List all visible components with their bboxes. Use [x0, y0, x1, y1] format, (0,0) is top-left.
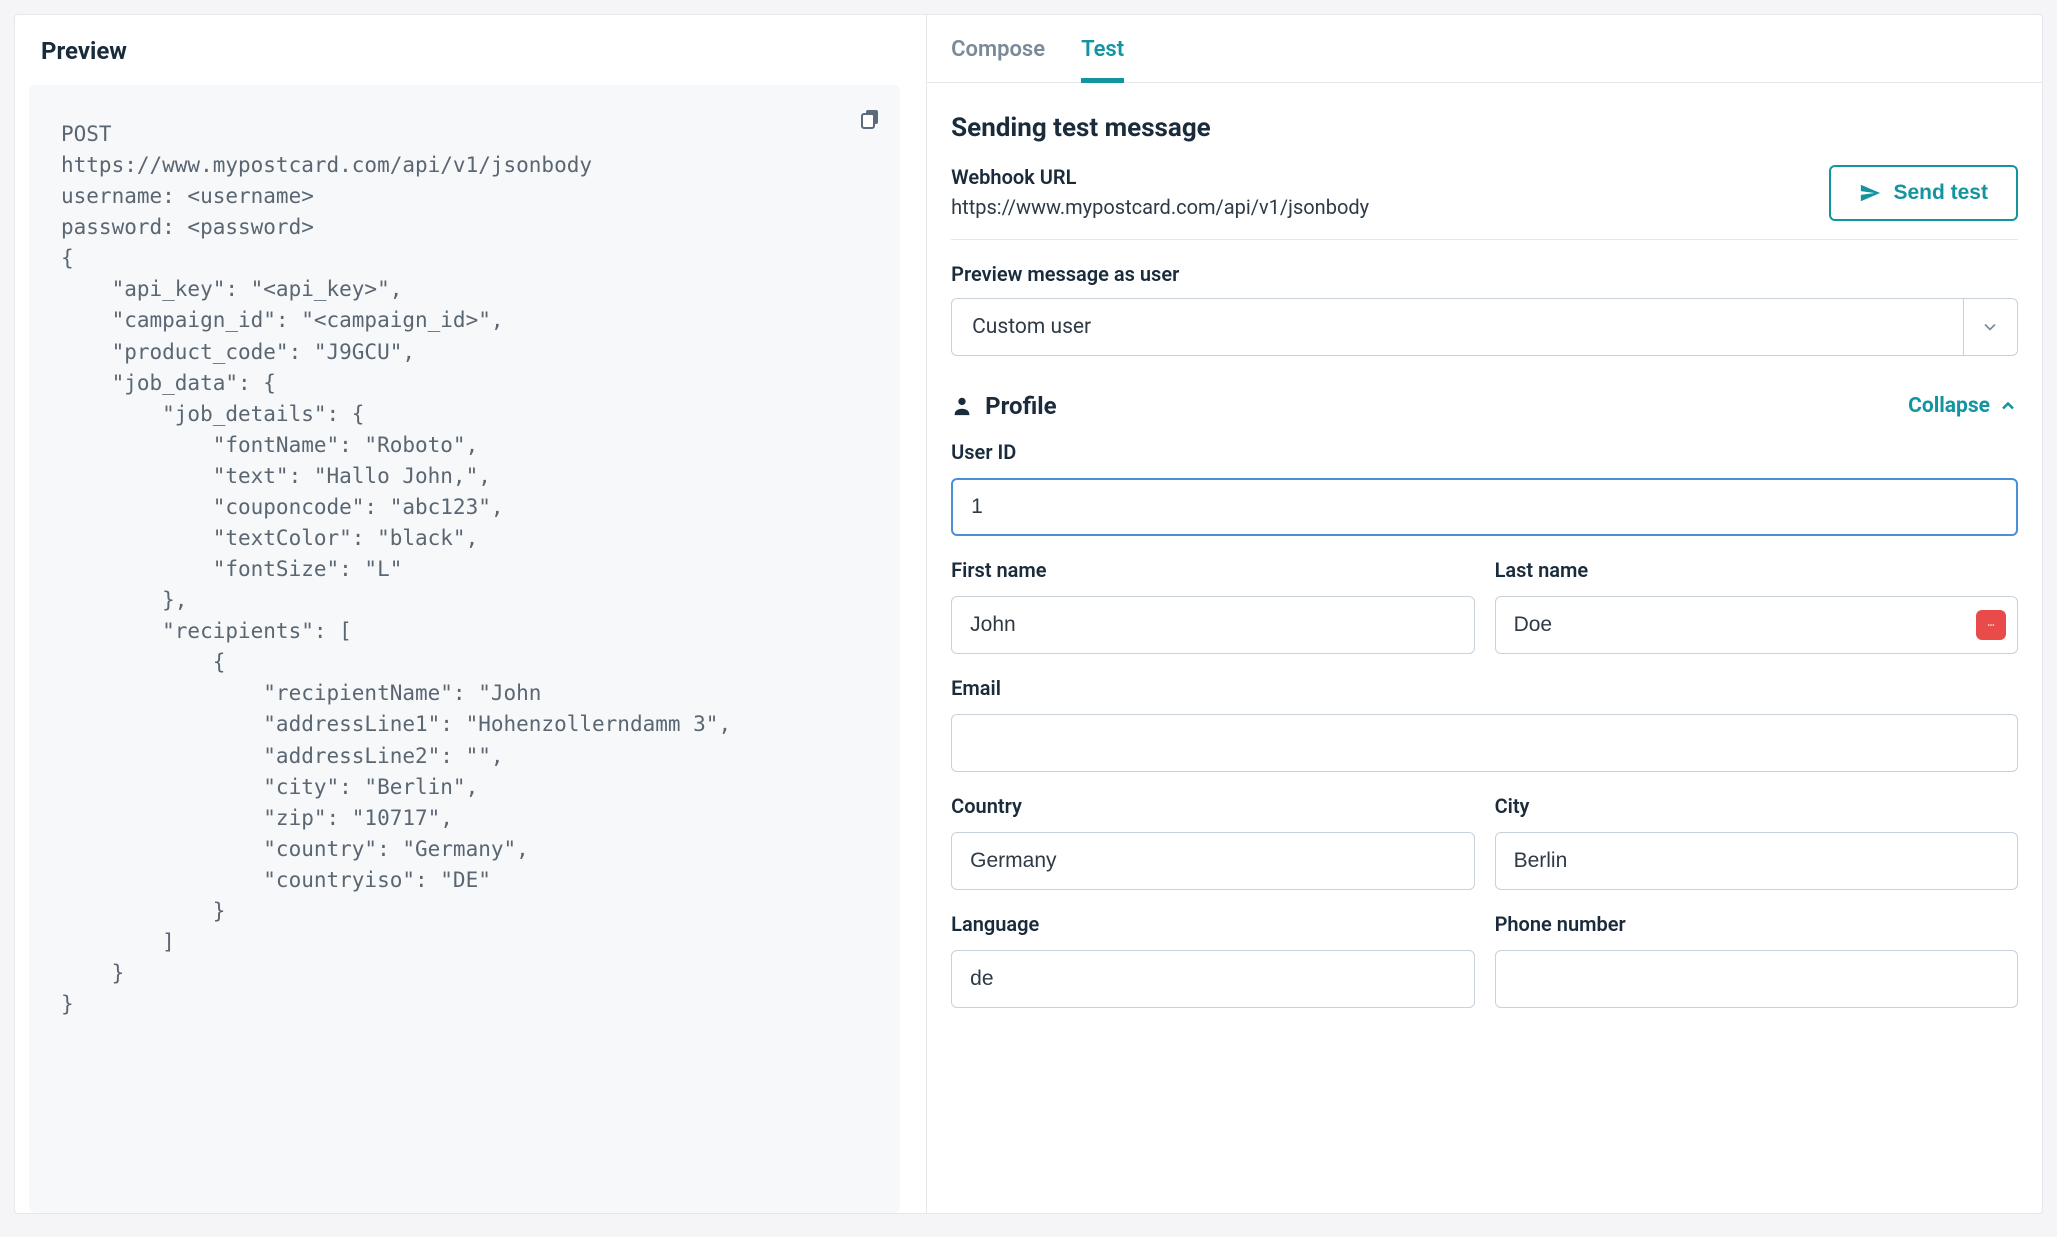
- city-input[interactable]: [1495, 832, 2018, 890]
- send-test-button[interactable]: Send test: [1829, 165, 2018, 221]
- test-panel: Compose Test Sending test message Webhoo…: [927, 15, 2042, 1213]
- profile-title: Profile: [951, 392, 1056, 420]
- profile-title-text: Profile: [985, 392, 1056, 420]
- copy-icon: [858, 107, 882, 131]
- email-label: Email: [951, 676, 2018, 700]
- last-name-label: Last name: [1495, 558, 2018, 582]
- main-container: Preview POST https://www.mypostcard.com/…: [14, 14, 2043, 1214]
- language-input[interactable]: [951, 950, 1474, 1008]
- country-label: Country: [951, 794, 1474, 818]
- test-body: Sending test message Webhook URL https:/…: [927, 83, 2042, 1008]
- webhook-label: Webhook URL: [951, 165, 1809, 189]
- chevron-up-icon: [1998, 396, 2018, 416]
- first-name-input[interactable]: [951, 596, 1474, 654]
- chevron-down-icon: [1963, 299, 2017, 355]
- tab-compose[interactable]: Compose: [951, 37, 1045, 83]
- user-id-input[interactable]: [951, 478, 2018, 536]
- send-test-label: Send test: [1893, 181, 1988, 205]
- person-icon: [951, 395, 973, 417]
- tab-test[interactable]: Test: [1081, 37, 1124, 83]
- tabs: Compose Test: [927, 15, 2042, 83]
- language-label: Language: [951, 912, 1474, 936]
- divider-1: [951, 239, 2018, 240]
- sending-title: Sending test message: [951, 113, 2018, 143]
- profile-form: User ID First name Last name: [951, 440, 2018, 1008]
- phone-label: Phone number: [1495, 912, 2018, 936]
- country-input[interactable]: [951, 832, 1474, 890]
- preview-panel: Preview POST https://www.mypostcard.com/…: [15, 15, 927, 1213]
- collapse-label: Collapse: [1908, 394, 1990, 418]
- preview-as-value: Custom user: [952, 315, 1963, 339]
- webhook-row: Webhook URL https://www.mypostcard.com/a…: [951, 165, 2018, 221]
- webhook-url: https://www.mypostcard.com/api/v1/jsonbo…: [951, 195, 1809, 219]
- send-icon: [1859, 182, 1881, 204]
- last-name-input[interactable]: [1495, 596, 2018, 654]
- preview-title: Preview: [15, 15, 926, 85]
- preview-as-label: Preview message as user: [951, 262, 2018, 286]
- copy-button[interactable]: [854, 103, 886, 135]
- city-label: City: [1495, 794, 2018, 818]
- phone-input[interactable]: [1495, 950, 2018, 1008]
- webhook-info: Webhook URL https://www.mypostcard.com/a…: [951, 165, 1809, 219]
- code-block-wrap: POST https://www.mypostcard.com/api/v1/j…: [29, 85, 900, 1213]
- extension-badge-icon[interactable]: [1976, 610, 2006, 640]
- collapse-button[interactable]: Collapse: [1908, 394, 2018, 418]
- profile-header: Profile Collapse: [951, 392, 2018, 420]
- user-id-label: User ID: [951, 440, 2018, 464]
- code-preview[interactable]: POST https://www.mypostcard.com/api/v1/j…: [29, 85, 900, 1060]
- preview-as-select[interactable]: Custom user: [951, 298, 2018, 356]
- email-input[interactable]: [951, 714, 2018, 772]
- first-name-label: First name: [951, 558, 1474, 582]
